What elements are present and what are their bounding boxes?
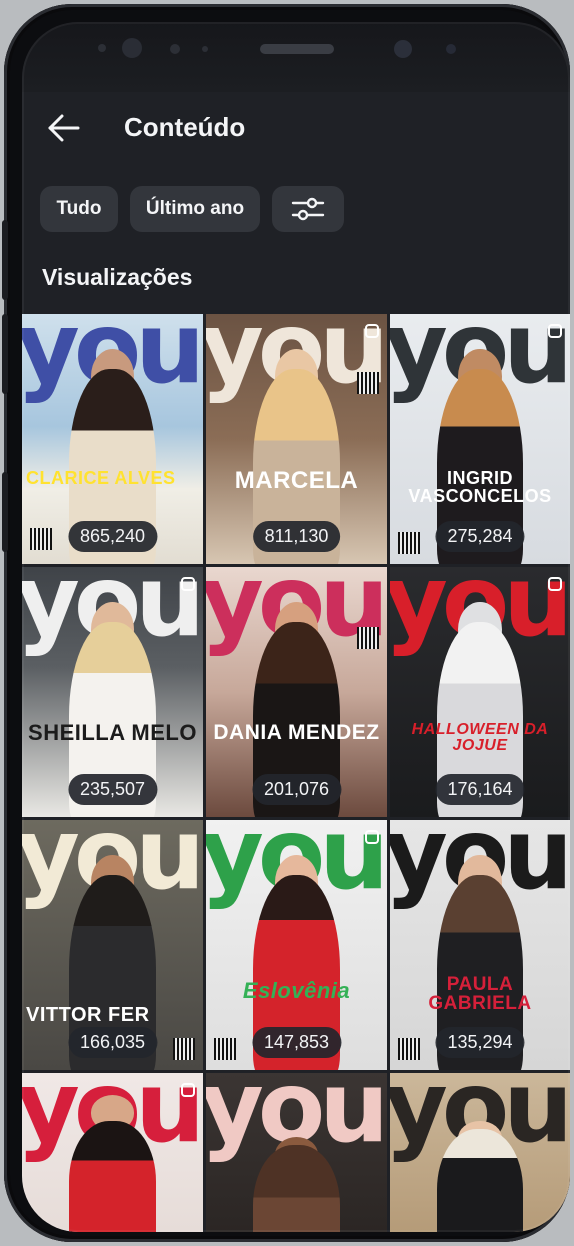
cover-title: VITTOR FER	[26, 1004, 150, 1026]
post-tile[interactable]: your VITTOR FER 166,035	[22, 820, 203, 1070]
screen: Conteúdo Tudo Último ano Visualizações y…	[22, 22, 570, 1232]
cover-title: INGRID VASCONCELOS	[408, 468, 552, 506]
qr-code	[30, 528, 52, 550]
post-tile[interactable]: your CLARICE ALVES 865,240	[22, 314, 203, 564]
cover-title: MARCELA	[234, 467, 359, 494]
cover-title: DANIA MENDEZ	[213, 721, 380, 744]
view-count-badge: 201,076	[251, 774, 342, 805]
view-count-badge: 176,164	[435, 774, 525, 805]
sensor-icon	[170, 44, 180, 54]
content-grid: your CLARICE ALVES 865,240 your MARCELA …	[22, 314, 570, 1232]
phone-frame: Conteúdo Tudo Último ano Visualizações y…	[2, 4, 570, 1242]
post-tile[interactable]: your	[22, 1073, 203, 1232]
section-title: Visualizações	[42, 264, 193, 290]
qr-code	[398, 532, 420, 554]
page-title: Conteúdo	[124, 112, 246, 142]
front-camera-icon	[122, 38, 142, 58]
power-button	[2, 472, 8, 552]
sliders-icon	[291, 197, 325, 221]
multiple-media-icon	[548, 577, 562, 591]
post-tile[interactable]: your MARCELA 811,130	[206, 314, 387, 564]
view-count-badge: 166,035	[67, 1027, 158, 1058]
post-tile[interactable]: your	[206, 1073, 387, 1232]
qr-code	[214, 1038, 236, 1060]
post-tile[interactable]: your	[390, 1073, 570, 1232]
iris-camera-icon	[394, 40, 412, 58]
cover-title: HALLOWEEN DA JOJUE	[411, 721, 549, 754]
filter-settings-button[interactable]	[272, 186, 344, 232]
multiple-media-icon	[181, 577, 195, 591]
qr-code	[173, 1038, 195, 1060]
view-count-badge: 275,284	[435, 521, 525, 552]
view-count-badge: 235,507	[67, 774, 158, 805]
cover-photo	[69, 1121, 156, 1232]
post-tile[interactable]: your DANIA MENDEZ 201,076	[206, 567, 387, 817]
sensor-icon	[202, 46, 208, 52]
qr-code	[357, 627, 379, 649]
qr-code	[398, 1038, 420, 1060]
cover-title: CLARICE ALVES	[26, 468, 176, 488]
cover-title: PAULA GABRIELA	[428, 974, 532, 1014]
earpiece-speaker	[260, 44, 334, 54]
sensor-icon	[98, 44, 106, 52]
side-button	[2, 314, 8, 394]
post-tile[interactable]: your Eslovênia 147,853	[206, 820, 387, 1070]
app-bar: Conteúdo	[22, 92, 570, 164]
sensor-icon	[446, 44, 456, 54]
filter-period-chip[interactable]: Último ano	[130, 186, 260, 232]
multiple-media-icon	[365, 830, 379, 844]
arrow-left-icon[interactable]	[44, 108, 84, 148]
view-count-badge: 811,130	[252, 521, 341, 552]
view-count-badge: 147,853	[251, 1027, 342, 1058]
volume-button	[2, 220, 8, 300]
top-bezel	[22, 22, 570, 92]
post-tile[interactable]: your PAULA GABRIELA 135,294	[390, 820, 570, 1070]
post-tile[interactable]: your INGRID VASCONCELOS 275,284	[390, 314, 570, 564]
post-tile[interactable]: your HALLOWEEN DA JOJUE 176,164	[390, 567, 570, 817]
view-count-badge: 865,240	[67, 521, 158, 552]
filter-all-chip[interactable]: Tudo	[40, 186, 118, 232]
multiple-media-icon	[181, 1083, 195, 1097]
cover-title: Eslovênia	[242, 978, 351, 1003]
cover-title: SHEILLA MELO	[28, 720, 197, 745]
post-tile[interactable]: your SHEILLA MELO 235,507	[22, 567, 203, 817]
view-count-badge: 135,294	[435, 1027, 525, 1058]
multiple-media-icon	[365, 324, 379, 338]
multiple-media-icon	[548, 324, 562, 338]
qr-code	[357, 372, 379, 394]
cover-photo	[436, 1129, 524, 1232]
